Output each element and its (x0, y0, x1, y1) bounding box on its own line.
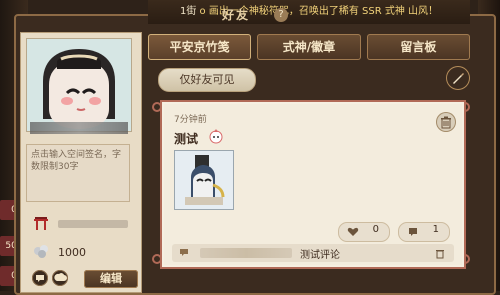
brush-icon (453, 73, 464, 84)
trash-icon (441, 116, 451, 129)
cloud-button[interactable] (52, 270, 68, 286)
delete-post-button[interactable] (436, 112, 456, 132)
announcement-prefix: 1街 (179, 6, 197, 17)
visibility-filter[interactable]: 仅好友可见 (158, 68, 256, 92)
feed-post: 7分钟前 测试 0 1 测试评论 (160, 100, 466, 269)
edit-button[interactable]: 编辑 (84, 270, 138, 288)
comment-icon (409, 228, 417, 236)
player-name-obscured (30, 122, 128, 134)
profile-actions: 编辑 (28, 270, 140, 288)
like-button[interactable]: 0 (338, 222, 390, 242)
compose-button[interactable] (446, 66, 470, 90)
post-title: 测试 (174, 132, 199, 146)
tab-message-board[interactable]: 留言板 (366, 34, 470, 60)
comment-button[interactable]: 1 (398, 222, 450, 242)
avatar-image (27, 39, 131, 131)
tab-shikigami-badges[interactable]: 式神/徽章 (257, 34, 361, 60)
coin-icon (32, 242, 50, 264)
heart-icon (347, 227, 359, 236)
comment-row[interactable]: 测试评论 (172, 244, 454, 262)
announcement-banner: 1街 o 画出一个神秘符咒，召唤出了稀有 SSR 式神 山风！ (148, 0, 470, 24)
help-icon[interactable]: ? (274, 8, 288, 22)
chat-icon (180, 249, 188, 256)
comment-text: 测试评论 (300, 250, 340, 261)
post-time: 7分钟前 (174, 115, 207, 125)
like-count: 0 (372, 224, 379, 235)
shikigami-illustration (175, 151, 233, 209)
comment-count: 1 (432, 224, 439, 235)
avatar[interactable] (26, 38, 132, 132)
obscured-commenter-name (200, 248, 292, 258)
shrine-icon (32, 214, 50, 236)
signature-input[interactable]: 点击输入空间签名，字数限制30字 (26, 144, 130, 202)
filter-row: 仅好友可见 (150, 64, 472, 94)
post-image[interactable] (174, 150, 234, 210)
tab-heian-letters[interactable]: 平安京竹笺 (148, 34, 252, 60)
coins-count: 1000 (58, 246, 86, 259)
chat-bubble-icon (36, 275, 44, 282)
chat-bubble-button[interactable] (32, 270, 48, 286)
tab-bar: 平安京竹笺 式神/徽章 留言板 (148, 34, 470, 60)
delete-comment-icon[interactable] (434, 247, 446, 259)
page-title: 好友 (221, 8, 250, 22)
cloud-icon (54, 273, 67, 281)
obscured-text (58, 220, 128, 228)
sticker-icon (208, 128, 224, 144)
